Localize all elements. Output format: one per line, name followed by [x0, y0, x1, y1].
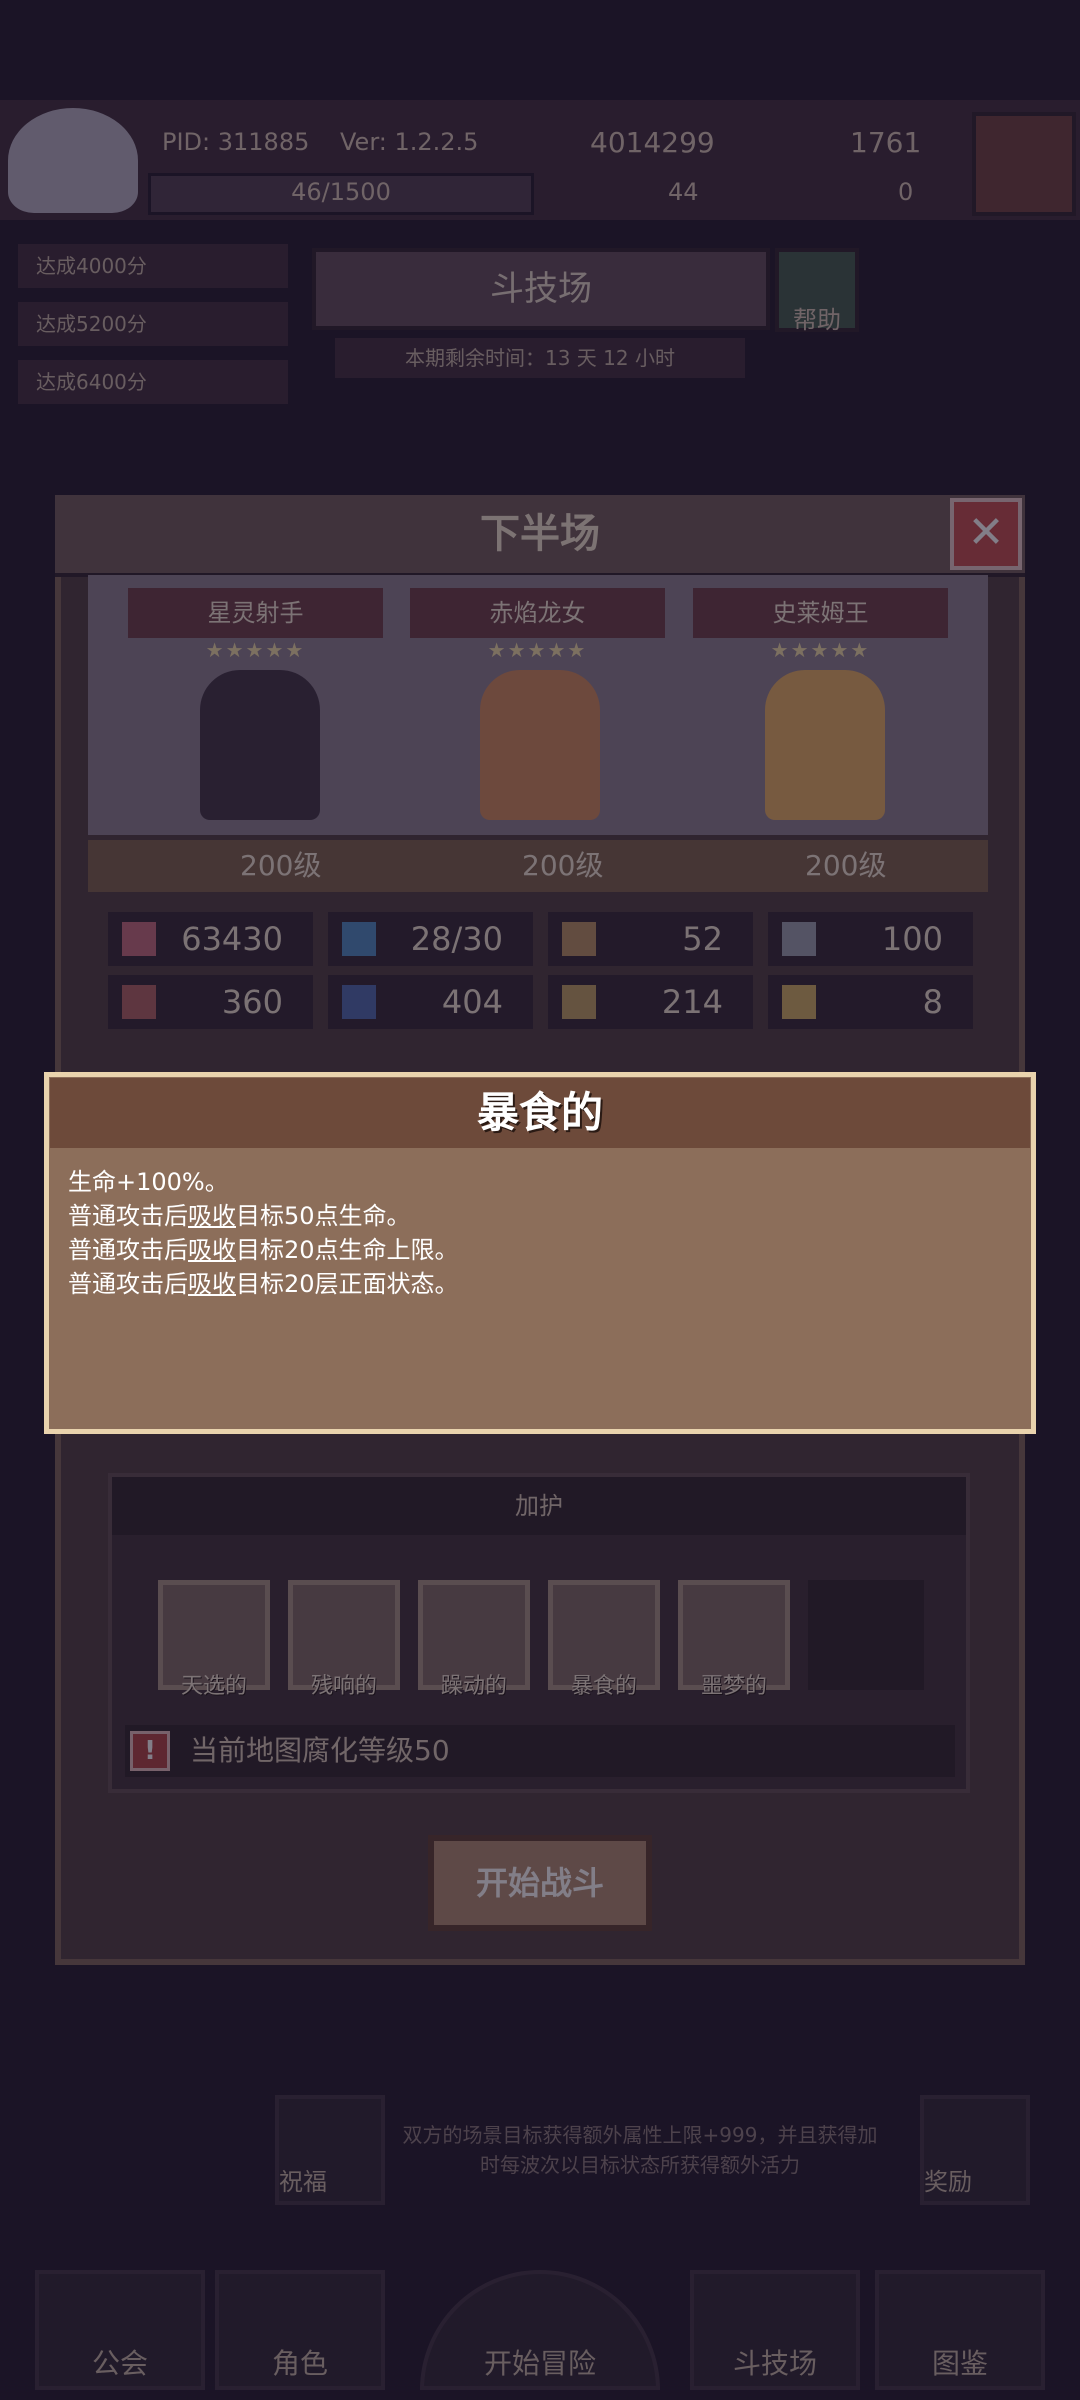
- mana-drop-icon: [342, 922, 376, 956]
- magnet-icon: [782, 985, 816, 1019]
- tooltip-title: 暴食的: [50, 1078, 1030, 1148]
- reward-label: 奖励: [924, 2168, 972, 2196]
- stat-speed: 100: [768, 912, 973, 966]
- xp-text: 46/1500: [291, 178, 391, 206]
- nav-label: 图鉴: [931, 2347, 988, 2380]
- settings-gear-icon[interactable]: [972, 112, 1076, 216]
- arena-title: 斗技场: [312, 248, 770, 330]
- scroll-icon: [122, 985, 156, 1019]
- hero-sprite-1[interactable]: [200, 670, 320, 820]
- hero-level-3: 200级: [805, 849, 887, 882]
- stat-hp: 63430: [108, 912, 313, 966]
- corruption-warning: 当前地图腐化等级50: [190, 1734, 450, 1767]
- nav-arena[interactable]: 斗技场: [690, 2270, 860, 2390]
- shield-icon: [562, 922, 596, 956]
- player-id: PID: 311885: [162, 128, 310, 156]
- guard-title: 加护: [112, 1477, 966, 1535]
- affix-empty-slot: [808, 1580, 924, 1690]
- nav-label: 斗技场: [732, 2347, 817, 2380]
- warning-icon: !: [130, 1731, 170, 1771]
- bless-button[interactable]: 祝福: [275, 2095, 385, 2205]
- tooltip-line-3: 普通攻击后吸收目标20点生命上限。: [68, 1236, 459, 1264]
- hero-sprite-2[interactable]: [480, 670, 600, 820]
- nav-character[interactable]: 角色: [215, 2270, 385, 2390]
- hero-sprite-3[interactable]: [765, 670, 885, 820]
- gold-count: 4014299: [590, 126, 715, 159]
- stat-value: 360: [221, 983, 283, 1021]
- hero-level-2: 200级: [522, 849, 604, 882]
- stat-value: 214: [661, 983, 723, 1021]
- heart-icon: [122, 922, 156, 956]
- resource-3-count: 0: [898, 178, 914, 206]
- season-timer: 本期剩余时间：13 天 12 小时: [335, 338, 745, 378]
- stat-value: 8: [922, 983, 943, 1021]
- keyword-absorb[interactable]: 吸收: [188, 1236, 236, 1264]
- avatar[interactable]: [8, 108, 138, 213]
- quest-item-1[interactable]: 达成4000分: [18, 244, 288, 288]
- affix-label: 天选的: [180, 1674, 247, 1699]
- quest-item-3[interactable]: 达成6400分: [18, 360, 288, 404]
- keyword-absorb[interactable]: 吸收: [188, 1202, 236, 1230]
- tooltip-line-4: 普通攻击后吸收目标20层正面状态。: [68, 1270, 459, 1298]
- stat-value: 28/30: [410, 920, 503, 958]
- keyword-absorb[interactable]: 吸收: [188, 1270, 236, 1298]
- quest-label: 达成6400分: [36, 370, 147, 394]
- hero-level-1: 200级: [240, 849, 322, 882]
- hero-stars-2: ★★★★★: [487, 638, 588, 662]
- reward-button[interactable]: 奖励: [920, 2095, 1030, 2205]
- stat-value: 404: [441, 983, 503, 1021]
- affix-label: 噩梦的: [700, 1674, 767, 1699]
- wing-icon: [782, 922, 816, 956]
- affix-label: 躁动的: [440, 1674, 507, 1699]
- tooltip-line-1: 生命+100%。: [68, 1168, 229, 1196]
- close-button[interactable]: ✕: [950, 498, 1022, 570]
- stat-luck: 8: [768, 975, 973, 1029]
- quest-item-2[interactable]: 达成5200分: [18, 302, 288, 346]
- start-battle-button[interactable]: 开始战斗: [428, 1835, 652, 1931]
- stat-mana: 28/30: [328, 912, 533, 966]
- version-label: Ver: 1.2.2.5: [340, 128, 479, 156]
- affix-label: 暴食的: [570, 1674, 637, 1699]
- nav-guild[interactable]: 公会: [35, 2270, 205, 2390]
- boot-icon: [562, 985, 596, 1019]
- nav-label: 开始冒险: [483, 2347, 596, 2380]
- nav-start-adventure[interactable]: 开始冒险: [420, 2270, 660, 2390]
- gem-count: 1761: [850, 126, 922, 159]
- stat-defense: 52: [548, 912, 753, 966]
- quest-label: 达成5200分: [36, 312, 147, 336]
- book-icon: [342, 985, 376, 1019]
- nav-label: 角色: [271, 2347, 328, 2380]
- hero-stars-3: ★★★★★: [770, 638, 871, 662]
- affix-label: 残响的: [310, 1674, 377, 1699]
- quest-label: 达成4000分: [36, 254, 147, 278]
- nav-label: 公会: [91, 2347, 148, 2380]
- hero-name-3: 史莱姆王: [693, 588, 948, 638]
- stat-attack: 360: [108, 975, 313, 1029]
- help-label: 帮助: [793, 306, 841, 334]
- hero-name-2: 赤焰龙女: [410, 588, 665, 638]
- resource-2-count: 44: [668, 178, 699, 206]
- nav-codex[interactable]: 图鉴: [875, 2270, 1045, 2390]
- event-description: 双方的场景目标获得额外属性上限+999，并且获得加时每波次以目标状态所获得额外活…: [402, 2123, 878, 2177]
- tooltip-line-2: 普通攻击后吸收目标50点生命。: [68, 1202, 411, 1230]
- panel-title: 下半场: [55, 495, 1025, 577]
- stat-value: 100: [881, 920, 943, 958]
- xp-bar: 46/1500: [148, 173, 534, 215]
- stat-magic: 404: [328, 975, 533, 1029]
- stat-value: 52: [682, 920, 723, 958]
- stat-move: 214: [548, 975, 753, 1029]
- stat-value: 63430: [181, 920, 283, 958]
- hero-stars-1: ★★★★★: [205, 638, 306, 662]
- hero-name-1: 星灵射手: [128, 588, 383, 638]
- bless-label: 祝福: [279, 2168, 327, 2196]
